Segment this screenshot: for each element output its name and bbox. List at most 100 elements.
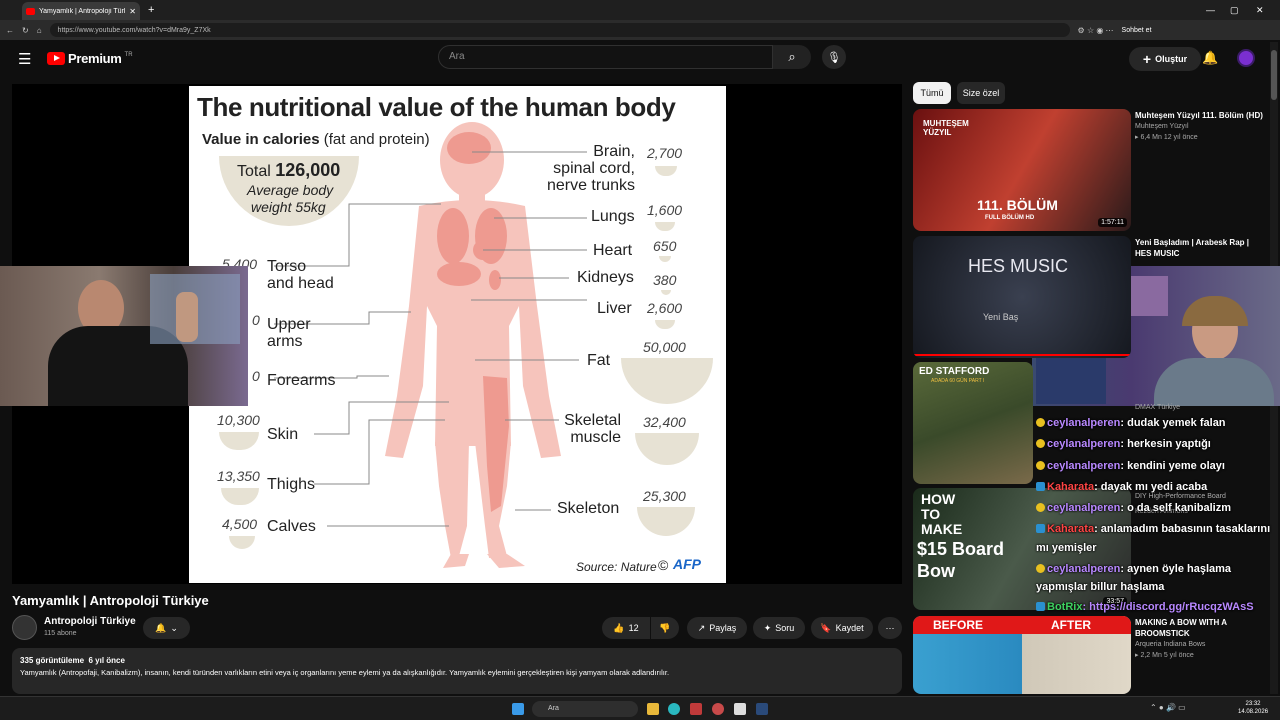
like-button[interactable]: 👍 12 xyxy=(602,617,650,639)
taskbar-search[interactable]: Ara xyxy=(532,701,638,717)
liver-label: Liver xyxy=(597,300,632,317)
search-button[interactable]: ⌕ xyxy=(773,45,811,69)
view-stats: 335 görüntüleme 6 yıl önce xyxy=(20,656,125,665)
microphone-icon: 🎙 xyxy=(827,51,841,64)
chip-for-you[interactable]: Size özel xyxy=(957,82,1005,104)
more-actions-button[interactable]: ⋯ xyxy=(878,617,902,639)
skin-label: Skin xyxy=(267,426,299,443)
description-box[interactable]: 335 görüntüleme 6 yıl önce Yamyamlık (An… xyxy=(12,648,902,694)
reload-icon[interactable]: ↻ xyxy=(22,26,29,35)
skeleton-label: Skeleton xyxy=(557,500,620,517)
recommendation-meta-1[interactable]: Muhteşem Yüzyıl 111. Bölüm (HD) Muhteşem… xyxy=(1135,110,1265,143)
brain-value: 2,700 xyxy=(647,145,683,161)
logo-region: TR xyxy=(124,51,133,58)
skeletal-muscle-value: 32,400 xyxy=(643,414,686,430)
thighs-label: Thighs xyxy=(267,476,316,493)
thumbs-up-icon: 👍 xyxy=(613,622,625,633)
chrome-icon[interactable] xyxy=(712,703,724,715)
kidneys-value: 380 xyxy=(653,272,677,288)
chat-message: ceylanalperen: dudak yemek falan xyxy=(1036,417,1226,429)
account-avatar[interactable] xyxy=(1237,49,1255,67)
system-tray-icons[interactable]: ⌃ ● 🔊 ▭ xyxy=(1150,703,1186,712)
menu-icon[interactable]: ☰ xyxy=(18,50,31,68)
taskbar-clock[interactable]: 23:32 14.08.2026 xyxy=(1238,700,1268,716)
heart-label: Heart xyxy=(593,242,633,259)
recommendation-meta-3[interactable]: DMAX Türkiye xyxy=(1135,402,1265,413)
close-tab-icon[interactable]: ✕ xyxy=(129,7,136,16)
more-icon: ⋯ xyxy=(885,622,895,633)
notifications-bell-icon[interactable]: 🔔 xyxy=(1202,50,1218,66)
subscriber-count: 115 abone xyxy=(44,630,77,637)
video-title: Yamyamlık | Antropoloji Türkiye xyxy=(12,593,209,608)
home-icon[interactable]: ⌂ xyxy=(37,26,42,35)
search-input[interactable]: Ara xyxy=(438,45,773,69)
recommendation-meta-2[interactable]: Yeni Başladım | Arabesk Rap | HES MUSIC xyxy=(1135,237,1265,259)
back-icon[interactable]: ← xyxy=(6,26,14,35)
chip-all[interactable]: Tümü xyxy=(913,82,951,104)
skeleton-value: 25,300 xyxy=(643,488,686,504)
dislike-button[interactable]: 👎 xyxy=(651,617,679,639)
bookmark-icon: 🔖 xyxy=(820,622,832,633)
chat-message: ceylanalperen: o da self kanibalizm xyxy=(1036,502,1231,514)
afp-logo: AFP xyxy=(673,556,701,572)
file-explorer-icon[interactable] xyxy=(647,703,659,715)
new-tab-icon[interactable]: + xyxy=(148,4,154,16)
app-icon[interactable] xyxy=(690,703,702,715)
chat-message-continued: yapmışlar billur haşlama xyxy=(1036,581,1165,593)
bell-icon: 🔔 xyxy=(155,622,167,633)
windows-start-icon[interactable] xyxy=(512,703,524,715)
plus-icon: + xyxy=(1142,51,1152,67)
thighs-value: 13,350 xyxy=(217,468,260,484)
subscribe-bell-button[interactable]: 🔔 ⌄ xyxy=(143,617,190,639)
source-label: Source: Nature xyxy=(576,560,657,574)
chat-button[interactable]: Sohbet et xyxy=(1122,27,1152,34)
chevron-down-icon: ⌄ xyxy=(170,622,178,633)
calves-value: 4,500 xyxy=(222,516,258,532)
close-window-icon[interactable]: ✕ xyxy=(1256,5,1264,16)
liver-value: 2,600 xyxy=(647,300,683,316)
chat-message-continued: mı yemişler xyxy=(1036,542,1097,554)
kidneys-label: Kidneys xyxy=(577,269,634,286)
chat-message: Kaharata: dayak mı yedi acaba xyxy=(1036,481,1207,493)
url-field[interactable]: https://www.youtube.com/watch?v=dMra9y_Z… xyxy=(49,23,1070,37)
recommendation-stats-5: ▸ 2,2 Mn 5 yıl önce xyxy=(1135,652,1194,659)
tab-title: Yamyamlık | Antropoloji Türkiye - xyxy=(39,7,125,15)
fat-label: Fat xyxy=(587,352,611,369)
youtube-header: ☰ Premium TR Ara ⌕ 🎙 + Oluştur 🔔 xyxy=(0,40,1268,80)
ask-label: Soru xyxy=(775,623,795,633)
address-bar-row: ← ↻ ⌂ https://www.youtube.com/watch?v=dM… xyxy=(0,20,1280,40)
edge-browser-icon[interactable] xyxy=(668,703,680,715)
chat-message: ceylanalperen: kendini yeme olayı xyxy=(1036,460,1225,472)
create-button[interactable]: + Oluştur xyxy=(1129,47,1201,71)
minimize-icon[interactable]: — xyxy=(1206,5,1215,15)
channel-avatar[interactable] xyxy=(12,615,37,640)
extensions-icon[interactable]: ⚙ ☆ ◉ ⋯ xyxy=(1078,26,1114,35)
share-label: Paylaş xyxy=(709,623,737,633)
ask-button[interactable]: ✦ Soru xyxy=(753,617,805,639)
recommendation-thumbnail-3[interactable]: ED STAFFORD ADADA 60 GÜN PART I xyxy=(913,362,1033,484)
url-text: https://www.youtube.com/watch?v=dMra9y_Z… xyxy=(57,26,211,34)
channel-name[interactable]: Antropoloji Türkiye xyxy=(44,616,136,627)
browser-tab[interactable]: Yamyamlık | Antropoloji Türkiye - ✕ xyxy=(22,2,140,20)
youtube-logo[interactable]: Premium TR xyxy=(47,51,133,66)
sparkle-icon: ✦ xyxy=(763,622,772,633)
recommendation-thumbnail-1[interactable]: MUHTEŞEM YÜZYIL 111. BÖLÜM FULL BÖLÜM HD… xyxy=(913,109,1131,231)
upper-arms-value: 0 xyxy=(252,312,260,328)
app-icon-2[interactable] xyxy=(734,703,746,715)
recommendation-thumbnail-5[interactable]: BEFORE AFTER xyxy=(913,616,1131,694)
description-text: Yamyamlık (Antropofaji, Kanibalizm), ins… xyxy=(20,668,670,677)
streamer-webcam-left xyxy=(0,266,248,406)
nutrition-infographic: The nutritional value of the human body … xyxy=(189,86,726,583)
lungs-label: Lungs xyxy=(591,208,635,225)
save-button[interactable]: 🔖 Kaydet xyxy=(811,617,873,639)
recommendation-thumbnail-2[interactable]: HES MUSIC Yeni Baş xyxy=(913,236,1131,358)
maximize-icon[interactable]: ▢ xyxy=(1230,5,1239,16)
share-button[interactable]: ↗ Paylaş xyxy=(687,617,747,639)
voice-search-button[interactable]: 🎙 xyxy=(822,45,846,69)
steam-icon[interactable] xyxy=(756,703,768,715)
skin-value: 10,300 xyxy=(217,412,260,428)
browser-tab-bar: Yamyamlık | Antropoloji Türkiye - ✕ + — … xyxy=(0,0,1280,20)
forearms-value: 0 xyxy=(252,368,260,384)
calves-label: Calves xyxy=(267,518,316,535)
recommendation-meta-5[interactable]: MAKING A BOW WITH A BROOMSTICK Arqueria … xyxy=(1135,617,1265,661)
